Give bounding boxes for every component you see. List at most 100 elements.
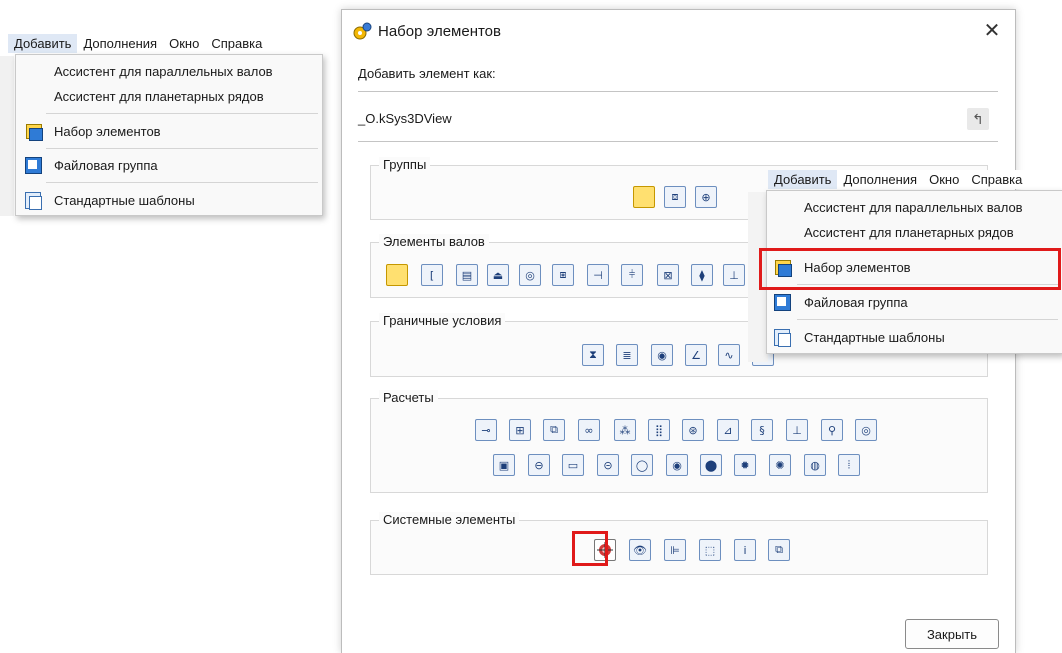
- belt-calc-icon[interactable]: ⊖: [528, 454, 550, 476]
- rotation-icon[interactable]: ◉: [651, 344, 673, 366]
- angle-icon[interactable]: ∠: [685, 344, 707, 366]
- menu-window[interactable]: Окно: [163, 34, 205, 53]
- cube-icon[interactable]: ⬚: [699, 539, 721, 561]
- gear-wheel-icon[interactable]: ✺: [769, 454, 791, 476]
- dialog-title: Набор элементов: [378, 23, 501, 40]
- clutch-icon[interactable]: ⧫: [691, 264, 713, 286]
- menu-help[interactable]: Справка: [965, 170, 1028, 189]
- bush-icon[interactable]: ⬤: [700, 454, 722, 476]
- chain-calc-icon[interactable]: ∞: [578, 419, 600, 441]
- app-logo-icon: [352, 22, 372, 42]
- spline-icon[interactable]: ⫩: [621, 264, 643, 286]
- menu-item-planetary[interactable]: Ассистент для планетарных рядов: [767, 219, 1062, 245]
- menu-item-label: Стандартные шаблоны: [804, 329, 945, 345]
- menu-window[interactable]: Окно: [923, 170, 965, 189]
- group-calculations: Расчеты ⊸ ⊞ ⧉ ∞ ⁂ ⣿ ⊛ ⊿ § ⊥ ⚲ ◎ ▣ ⊖ ▭ ⊝ …: [370, 390, 988, 493]
- dropdown-menu-right: Ассистент для параллельных валов Ассисте…: [766, 190, 1062, 354]
- spring-icon[interactable]: ≣: [616, 344, 638, 366]
- shaft-group-icon[interactable]: ⧈: [664, 186, 686, 208]
- menubar-right: Добавить Дополнения Окно Справка: [768, 170, 1033, 189]
- back-arrow-icon[interactable]: ↰: [967, 108, 989, 130]
- angle-calc-icon[interactable]: ⊿: [717, 419, 739, 441]
- folder-icon[interactable]: [633, 186, 655, 208]
- menu-add[interactable]: Добавить: [8, 34, 78, 53]
- menu-item-element-set[interactable]: Набор элементов: [16, 118, 322, 144]
- cone-icon[interactable]: ⏏: [487, 264, 509, 286]
- planetary-calc-icon[interactable]: ⁂: [614, 419, 636, 441]
- gear-stage-icon[interactable]: ⧉: [543, 419, 565, 441]
- folder-icon[interactable]: [386, 264, 408, 286]
- chart-icon[interactable]: ⊫: [664, 539, 686, 561]
- menu-item-label: Ассистент для планетарных рядов: [804, 224, 1014, 240]
- menu-item-element-set[interactable]: Набор элементов: [767, 254, 1062, 280]
- housing-calc-icon[interactable]: ▣: [493, 454, 515, 476]
- menu-item-planetary[interactable]: Ассистент для планетарных рядов: [16, 83, 322, 109]
- menu-item-label: Ассистент для параллельных валов: [804, 199, 1023, 215]
- shaft-section-icon[interactable]: [: [421, 264, 443, 286]
- menu-item-label: Ассистент для параллельных валов: [54, 63, 273, 79]
- constraint-icon[interactable]: ⧗: [582, 344, 604, 366]
- menubar-left: Добавить Дополнения Окно Справка: [8, 34, 268, 53]
- group-title: Элементы валов: [379, 234, 489, 249]
- group-title: Группы: [379, 157, 431, 172]
- menu-item-parallel-shafts[interactable]: Ассистент для параллельных валов: [16, 58, 322, 84]
- menu-item-templates[interactable]: Стандартные шаблоны: [767, 324, 1062, 350]
- menu-item-label: Набор элементов: [54, 123, 161, 139]
- coupling-icon[interactable]: ⧆: [552, 264, 574, 286]
- spline-calc-icon[interactable]: ⦙: [838, 454, 860, 476]
- menu-item-templates[interactable]: Стандартные шаблоны: [16, 187, 322, 213]
- link-icon[interactable]: ∿: [718, 344, 740, 366]
- view-eye-icon[interactable]: 👁: [629, 539, 651, 561]
- templates-icon: [24, 191, 42, 210]
- menu-item-file-group[interactable]: Файловая группа: [16, 152, 322, 178]
- load-icon[interactable]: ⊠: [657, 264, 679, 286]
- menu-separator: [797, 284, 1058, 285]
- bearing-calc-icon[interactable]: ◎: [855, 419, 877, 441]
- menu-item-label: Ассистент для планетарных рядов: [54, 88, 264, 104]
- target-point-icon[interactable]: [594, 539, 616, 561]
- bearing-icon[interactable]: ▤: [456, 264, 478, 286]
- menu-separator: [797, 249, 1058, 250]
- gear-pair-icon[interactable]: ⊕: [695, 186, 717, 208]
- divider: [358, 91, 998, 92]
- menu-addons[interactable]: Дополнения: [77, 34, 163, 53]
- menu-item-file-group[interactable]: Файловая группа: [767, 289, 1062, 315]
- add-as-label: Добавить элемент как:: [358, 66, 496, 81]
- spring-calc-icon[interactable]: §: [751, 419, 773, 441]
- menu-item-parallel-shafts[interactable]: Ассистент для параллельных валов: [767, 194, 1062, 220]
- menu-help[interactable]: Справка: [205, 34, 268, 53]
- dropdown-menu-left: Ассистент для параллельных валов Ассисте…: [15, 54, 323, 216]
- ring-calc-icon[interactable]: ◉: [666, 454, 688, 476]
- file-group-icon: [24, 156, 42, 174]
- gear-calc-icon[interactable]: ⊞: [509, 419, 531, 441]
- group-title: Системные элементы: [379, 512, 520, 527]
- info-icon[interactable]: i: [734, 539, 756, 561]
- background-window-edge: [748, 192, 768, 362]
- disc-icon[interactable]: ◯: [631, 454, 653, 476]
- copy-icon[interactable]: ⧉: [768, 539, 790, 561]
- menu-add[interactable]: Добавить: [768, 170, 838, 189]
- menu-item-label: Файловая группа: [54, 157, 158, 173]
- ring-icon[interactable]: ◎: [519, 264, 541, 286]
- menu-separator: [46, 148, 318, 149]
- close-icon[interactable]: ✕: [969, 10, 1015, 50]
- menu-item-label: Файловая группа: [804, 294, 908, 310]
- shaft-calc-icon[interactable]: ⊸: [475, 419, 497, 441]
- menu-separator: [46, 113, 318, 114]
- background-window-edge: [0, 56, 14, 216]
- weld-calc-icon[interactable]: ⊥: [786, 419, 808, 441]
- key-icon[interactable]: ⊣: [587, 264, 609, 286]
- support-icon[interactable]: ⊥: [723, 264, 745, 286]
- menu-separator: [46, 182, 318, 183]
- close-button[interactable]: Закрыть: [905, 619, 999, 649]
- roller-icon[interactable]: ⊝: [597, 454, 619, 476]
- worm-calc-icon[interactable]: ⊛: [682, 419, 704, 441]
- bolt-calc-icon[interactable]: ⚲: [821, 419, 843, 441]
- menu-separator: [797, 319, 1058, 320]
- multi-gear-icon[interactable]: ⣿: [648, 419, 670, 441]
- seal-icon[interactable]: ◍: [804, 454, 826, 476]
- target-path: _O.kSys3DView: [358, 111, 452, 126]
- menu-addons[interactable]: Дополнения: [837, 170, 923, 189]
- chain-drive-icon[interactable]: ▭: [562, 454, 584, 476]
- sprocket-icon[interactable]: ✹: [734, 454, 756, 476]
